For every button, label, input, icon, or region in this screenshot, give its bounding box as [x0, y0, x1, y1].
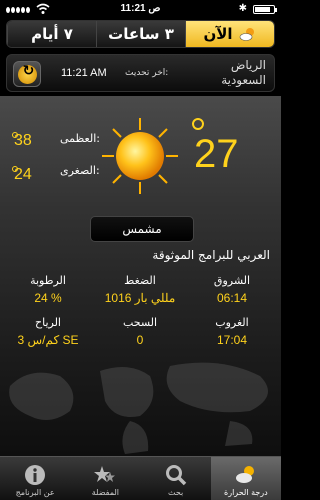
low-label: الصغرى: [60, 164, 100, 177]
tab-temperature-label: درجة الحرارة [224, 488, 268, 497]
clouds-cell: السحب 0 [100, 316, 180, 347]
high-label: العظمى: [60, 132, 100, 145]
sun-cloud-icon [239, 28, 254, 41]
location-bar: ↻ 11:21 AM اخر تحديث: الرياض السعودية [6, 54, 275, 92]
tab-search[interactable]: بحث [141, 457, 211, 500]
clouds-label: السحب [122, 316, 158, 329]
humidity-value: 24 % [34, 291, 62, 305]
stars-icon [94, 466, 116, 482]
tab-now[interactable]: الآن [185, 21, 274, 47]
provider-name: العربي للبرامج الموثوقة [152, 248, 270, 262]
update-time: 11:21 AM [61, 67, 107, 79]
sunset-value: 17:04 [216, 333, 248, 347]
sunny-icon [102, 118, 178, 194]
tab-label: ٣ ساعات [108, 25, 174, 43]
tab-about-label: عن البرنامج [15, 488, 55, 497]
low-temperature: 24 [14, 166, 32, 183]
wind-cell: الرياح 3 كم/س SE [8, 316, 88, 347]
pressure-cell: الضغط 1016 مللي بار [100, 274, 180, 305]
humidity-label: الرطوبة [30, 274, 66, 287]
search-icon [165, 465, 186, 486]
tab-7-days[interactable]: ٧ أيام [7, 21, 96, 47]
sunrise-cell: الشروق 06:14 [192, 274, 272, 305]
tab-about[interactable]: عن البرنامج [0, 457, 70, 500]
clouds-value: 0 [136, 333, 144, 347]
tab-search-label: بحث [168, 488, 184, 497]
status-bar: 11:21 ص ✱ [0, 0, 281, 18]
city-line2: السعودية [221, 73, 266, 87]
sunrise-label: الشروق [213, 274, 251, 287]
refresh-button[interactable]: ↻ [13, 61, 41, 87]
sunrise-value: 06:14 [216, 291, 248, 305]
high-temperature: 38 [14, 132, 32, 149]
humidity-cell: الرطوبة 24 % [8, 274, 88, 305]
wind-label: الرياح [35, 316, 61, 329]
tab-favorites-label: المفضلة [91, 488, 119, 497]
tab-label: الآن [203, 25, 233, 43]
battery-icon [253, 5, 277, 14]
city-name: الرياض السعودية [196, 58, 266, 88]
info-icon [25, 465, 46, 485]
bottom-tab-bar: عن البرنامج المفضلة بحث درجة الحرارة [0, 456, 281, 500]
city-line1: الرياض [230, 58, 266, 72]
wind-value: 3 كم/س SE [17, 333, 79, 347]
current-temperature: 27 [194, 132, 239, 176]
tab-label: ٧ أيام [31, 25, 73, 43]
weather-icon [235, 466, 254, 483]
forecast-tabs: ٧ أيام ٣ ساعات الآن [6, 20, 275, 48]
world-map-background [9, 362, 268, 454]
bluetooth-icon: ✱ [238, 3, 247, 14]
pressure-value: 1016 مللي بار [104, 291, 176, 305]
condition-label: مشمس [90, 216, 194, 242]
update-label: اخر تحديث: [125, 68, 169, 78]
pressure-label: الضغط [124, 274, 156, 287]
tab-favorites[interactable]: المفضلة [70, 457, 140, 500]
current-weather-panel: 27 العظمى: 38 الصغرى: 24 مشمس العربي للب… [0, 96, 281, 456]
tab-3-hours[interactable]: ٣ ساعات [96, 21, 185, 47]
sunset-cell: الغروب 17:04 [192, 316, 272, 347]
tab-temperature[interactable]: درجة الحرارة [210, 457, 281, 500]
sunset-label: الغروب [215, 316, 249, 329]
